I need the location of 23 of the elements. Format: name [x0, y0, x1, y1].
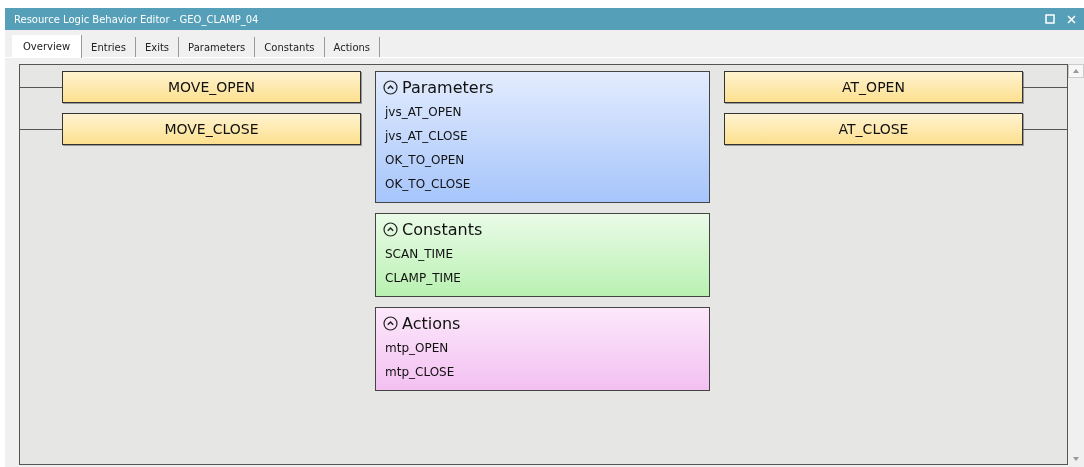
- panel-title: Constants: [402, 220, 483, 239]
- exit-node[interactable]: AT_CLOSE: [724, 113, 1023, 145]
- tab[interactable]: Overview: [12, 35, 83, 58]
- panel-item[interactable]: SCAN_TIME: [383, 242, 701, 266]
- exit-node[interactable]: AT_OPEN: [724, 71, 1023, 103]
- scroll-up-icon[interactable]: [1068, 64, 1084, 78]
- panel-item[interactable]: mtp_CLOSE: [383, 360, 701, 384]
- close-icon[interactable]: [1067, 14, 1076, 24]
- panel-item[interactable]: mtp_OPEN: [383, 336, 701, 360]
- collapse-icon[interactable]: [383, 80, 398, 95]
- collapse-icon[interactable]: [383, 222, 398, 237]
- panel-title: Parameters: [402, 78, 494, 97]
- panel-item[interactable]: CLAMP_TIME: [383, 266, 701, 290]
- entry-node[interactable]: MOVE_OPEN: [62, 71, 361, 103]
- panel-item[interactable]: jvs_AT_OPEN: [383, 100, 701, 124]
- panel-item[interactable]: OK_TO_OPEN: [383, 148, 701, 172]
- entry-node[interactable]: MOVE_CLOSE: [62, 113, 361, 145]
- maximize-icon[interactable]: [1045, 14, 1055, 24]
- window-title: Resource Logic Behavior Editor - GEO_CLAMP_04: [14, 13, 260, 25]
- panel-item[interactable]: OK_TO_CLOSE: [383, 172, 701, 196]
- collapse-icon[interactable]: [383, 316, 398, 331]
- panel-title: Actions: [402, 314, 461, 333]
- panel-item[interactable]: jvs_AT_CLOSE: [383, 124, 701, 148]
